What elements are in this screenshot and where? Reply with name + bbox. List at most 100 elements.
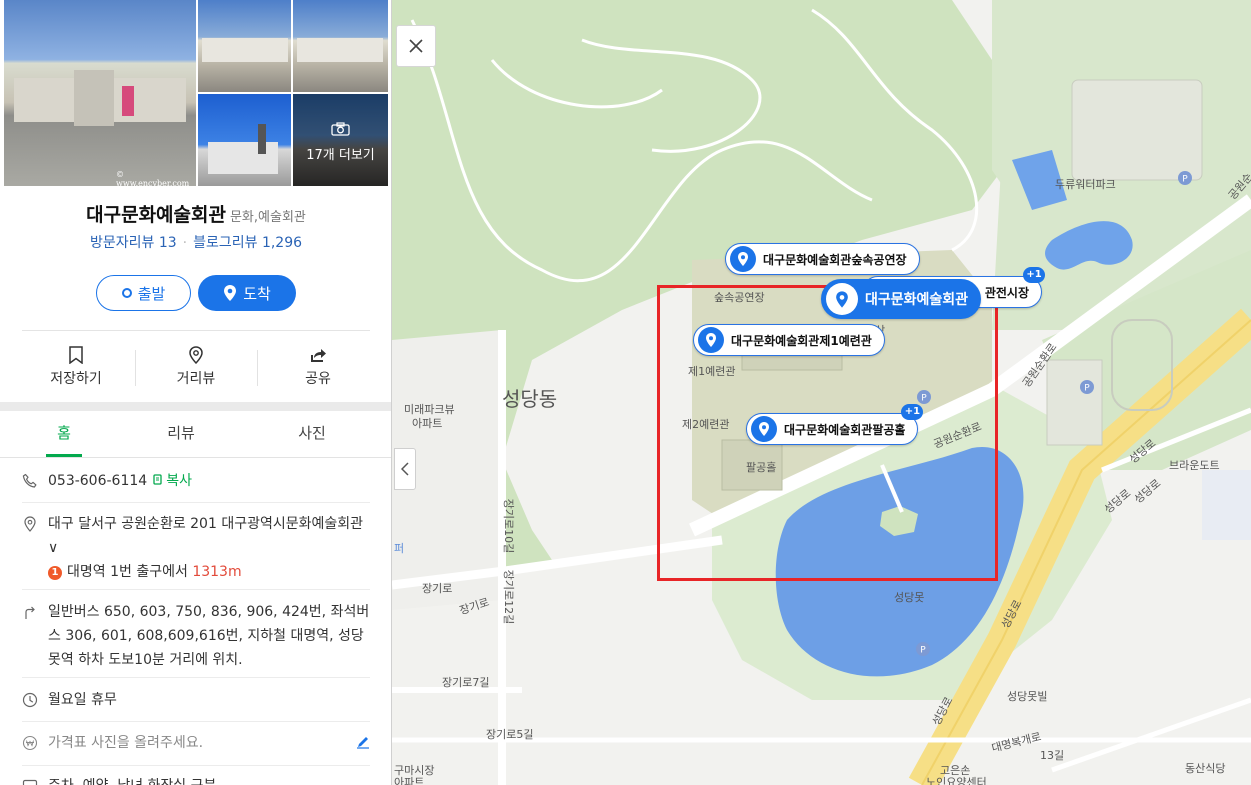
pin-label: 대구문화예술회관팔공홀 <box>784 422 906 437</box>
map-pin-gallery1[interactable]: 대구문화예술회관제1예련관 <box>693 324 885 356</box>
arrive-button[interactable]: 도착 <box>198 275 296 311</box>
road-label: 장기로 <box>422 582 453 595</box>
share-icon <box>311 349 326 362</box>
divider <box>22 330 370 331</box>
depart-button[interactable]: 출발 <box>96 275 191 311</box>
action-bar: 저장하기 거리뷰 공유 <box>0 338 391 394</box>
close-icon <box>409 39 423 53</box>
divider <box>22 765 370 766</box>
address-text: 대구 달서구 공원순환로 201 대구광역시문화예술회관 <box>48 516 364 532</box>
poi-label-nursing-center: 노인요양센터 <box>926 776 987 785</box>
place-panel: © www.encyber.com 17개 더보기 대구문화예술회관 문화,예술회… <box>0 0 392 785</box>
save-button[interactable]: 저장하기 <box>16 338 136 394</box>
place-name: 대구문화예술회관 <box>86 204 226 226</box>
blog-reviews-link[interactable]: 블로그리뷰 1,296 <box>193 235 302 251</box>
parking-icon: P <box>916 642 930 656</box>
tab-photos[interactable]: 사진 <box>250 411 374 457</box>
map-pin-main[interactable]: 대구문화예술회관 <box>821 279 982 319</box>
phone-icon <box>22 473 37 488</box>
photo-thumb-3[interactable] <box>198 94 291 186</box>
price-placeholder: 가격표 사진을 올려주세요. <box>48 735 204 751</box>
copy-icon <box>153 474 162 485</box>
svg-text:P: P <box>920 646 926 656</box>
clock-icon <box>22 692 38 708</box>
location-pin-icon <box>698 327 724 353</box>
pencil-icon[interactable] <box>356 735 370 749</box>
review-counts: 방문자리뷰 13 · 블로그리뷰 1,296 <box>0 232 391 252</box>
visitor-reviews-link[interactable]: 방문자리뷰 13 <box>90 235 177 251</box>
share-button[interactable]: 공유 <box>258 338 378 394</box>
road-label: 장기로7길 <box>442 676 490 689</box>
pin-label: 대구문화예술회관제1예련관 <box>731 333 872 348</box>
phone-number[interactable]: 053-606-6114 <box>48 473 147 489</box>
hours-text: 월요일 휴무 <box>48 692 117 708</box>
tab-bar: 홈 리뷰 사진 <box>0 411 391 457</box>
poi-label-partial: 퍼 <box>394 542 405 555</box>
road-label: 13길 <box>1040 749 1065 762</box>
svg-text:P: P <box>1084 384 1090 394</box>
poi-label-apartment-suffix: 아파트 <box>412 417 443 430</box>
location-pin-icon <box>24 516 36 532</box>
location-pin-icon <box>730 246 756 272</box>
street-view-button[interactable]: 거리뷰 <box>136 338 256 394</box>
transit-text: 일반버스 650, 603, 750, 836, 906, 424번, 좌석버스… <box>48 604 370 668</box>
poi-label-brown-dot: 브라운도트 <box>1169 459 1220 472</box>
cluster-count-badge: +1 <box>1023 267 1045 283</box>
pin-label: 대구문화예술회관 <box>865 292 969 308</box>
pin-label: 관전시장 <box>984 285 1029 300</box>
section-divider <box>0 402 391 411</box>
amenities-row: 주차, 예약, 남녀 화장실 구분 <box>22 774 374 785</box>
separator-dot: · <box>182 235 188 251</box>
collapse-panel-button[interactable] <box>394 448 416 490</box>
district-label: 성당동 <box>502 387 558 411</box>
photo-gallery: © www.encyber.com 17개 더보기 <box>0 0 391 188</box>
close-panel-button[interactable] <box>396 25 436 67</box>
amenities-text: 주차, 예약, 남녀 화장실 구분 <box>48 774 374 785</box>
location-pin-icon <box>751 416 777 442</box>
poi-label-pond: 성당못 <box>894 591 925 604</box>
photo-watermark: © www.encyber.com <box>116 170 190 186</box>
map-pin-outdoor-stage[interactable]: 대구문화예술회관숲속공연장 <box>725 243 920 275</box>
cluster-count-badge: +1 <box>901 404 924 420</box>
map-pin-palgong-hall[interactable]: 대구문화예술회관팔공홀 +1 <box>746 404 924 445</box>
app-root: © www.encyber.com 17개 더보기 대구문화예술회관 문화,예술회… <box>0 0 1251 785</box>
more-photos-button[interactable]: 17개 더보기 <box>293 94 388 186</box>
poi-label-apartment: 아파트 <box>394 776 425 785</box>
street-view-label: 거리뷰 <box>176 371 216 387</box>
transit-row: 일반버스 650, 603, 750, 836, 906, 424번, 좌석버스… <box>22 600 374 672</box>
depart-label: 출발 <box>137 284 166 303</box>
subway-distance: 1313m <box>192 564 242 580</box>
poi-label-sungdang-villa: 성당못빌 <box>1007 690 1048 703</box>
place-category: 문화,예술회관 <box>229 210 306 225</box>
tab-home[interactable]: 홈 <box>2 411 126 457</box>
svg-text:P: P <box>1182 175 1188 185</box>
poi-label-dongsan: 동산식당 <box>1185 762 1226 775</box>
location-pin-icon <box>826 283 858 315</box>
tab-reviews[interactable]: 리뷰 <box>119 411 243 457</box>
parking-icon: P <box>1080 380 1094 394</box>
divider <box>22 721 370 722</box>
copy-label: 복사 <box>166 473 192 489</box>
destination-pin-icon <box>224 285 237 301</box>
place-title-row: 대구문화예술회관 문화,예술회관 <box>0 200 391 227</box>
divider <box>22 677 370 678</box>
pin-label: 대구문화예술회관숲속공연장 <box>763 252 907 267</box>
subway-line-badge: 1 <box>48 566 62 580</box>
address-row: 대구 달서구 공원순환로 201 대구광역시문화예술회관 ∨ 1 대명역 1번 출… <box>22 512 374 584</box>
address-expand-toggle[interactable]: ∨ <box>48 540 58 556</box>
save-label: 저장하기 <box>50 371 102 387</box>
copy-phone-button[interactable]: 복사 <box>153 473 192 489</box>
photo-main[interactable]: © www.encyber.com <box>4 0 196 186</box>
map-view[interactable]: 성당동 숲속공연장 제1예련관 제2예련관 팔공홀 성당못 두류워터파크 미래파… <box>392 0 1251 785</box>
photo-thumb-2[interactable] <box>293 0 388 92</box>
location-pin-icon <box>189 346 203 364</box>
photo-thumb-1[interactable] <box>198 0 291 92</box>
arrive-label: 도착 <box>243 284 271 303</box>
subway-directions: 대명역 1번 출구에서 <box>67 564 188 580</box>
poi-label-waterpark: 두류워터파크 <box>1055 178 1116 191</box>
origin-icon <box>121 288 132 298</box>
phone-row: 053-606-6114 복사 <box>22 469 374 495</box>
info-list-icon <box>22 779 38 785</box>
divider <box>22 589 370 590</box>
road-label: 장기로10길 <box>502 498 516 554</box>
